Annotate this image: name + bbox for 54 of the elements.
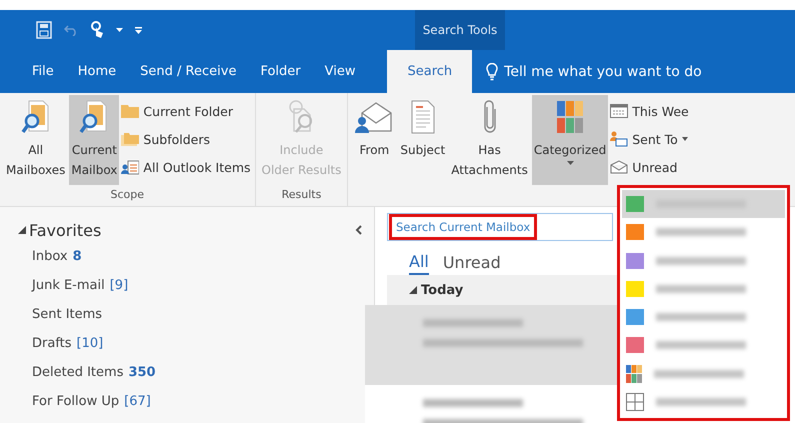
folder-item[interactable]: Inbox 8 xyxy=(18,249,82,278)
caret-icon[interactable] xyxy=(116,28,123,32)
paperclip-icon xyxy=(482,99,498,135)
calendar-icon xyxy=(610,104,628,118)
ribbon-button[interactable]: Current Folder xyxy=(121,99,251,123)
expand-arrow-icon xyxy=(18,226,26,234)
lightbulb-icon xyxy=(486,62,498,80)
mailbox-search-icon xyxy=(79,99,110,135)
category-grid-icon xyxy=(626,364,642,383)
filter-tab[interactable]: Unread xyxy=(442,249,501,275)
empty-grid-icon xyxy=(626,392,644,411)
search-field[interactable]: Search Current Mailbox xyxy=(387,213,613,241)
ribbon-tab[interactable]: File xyxy=(20,50,66,93)
customize-icon[interactable] xyxy=(135,26,142,34)
folder-icon xyxy=(121,104,140,118)
folder-item[interactable]: Sent Items xyxy=(18,307,102,336)
ribbon-tab[interactable]: Search xyxy=(387,50,472,93)
ribbon-button[interactable]: All Mailboxes xyxy=(4,95,68,185)
ribbon-tab[interactable]: Folder xyxy=(248,50,313,93)
ribbon-button[interactable]: Subject xyxy=(398,95,448,185)
ribbon-tab[interactable]: Send / Receive xyxy=(128,50,248,93)
ribbon-button[interactable]: All Outlook Items xyxy=(121,155,251,179)
person-envelope-icon xyxy=(610,131,628,147)
ribbon-button[interactable]: Unread xyxy=(610,155,689,179)
group-label: Results xyxy=(280,188,322,203)
category-item[interactable] xyxy=(622,190,785,218)
favorites-header[interactable]: Favorites xyxy=(18,220,102,240)
ribbon-button[interactable]: Has Attachments xyxy=(449,95,530,185)
ribbon-tab[interactable]: View xyxy=(312,50,368,93)
folders-icon xyxy=(121,132,140,146)
ribbon-button[interactable]: Subfolders xyxy=(121,127,251,151)
folder-item[interactable]: Deleted Items 350 xyxy=(18,365,156,394)
undo-icon[interactable] xyxy=(64,24,78,36)
touch-mode-icon[interactable] xyxy=(90,21,104,39)
group-label: Scope xyxy=(110,188,146,203)
ribbon-tab[interactable]: Home xyxy=(66,50,128,93)
save-icon[interactable] xyxy=(36,21,52,39)
tell-me-field[interactable]: Tell me what you want to do xyxy=(472,50,702,93)
contextual-tab-group: Search Tools xyxy=(415,10,505,50)
expand-arrow-icon xyxy=(409,286,417,294)
category-grid-icon xyxy=(555,99,586,135)
ribbon-button[interactable]: From xyxy=(352,95,396,185)
folder-item[interactable]: For Follow Up [67] xyxy=(18,394,151,423)
ribbon-button[interactable]: Current Mailbox xyxy=(69,95,120,185)
document-icon xyxy=(408,99,437,135)
folder-item[interactable]: Junk E-mail [9] xyxy=(18,278,128,307)
ribbon-button[interactable]: Sent To xyxy=(610,127,689,151)
ribbon-button[interactable]: This Wee xyxy=(610,99,689,123)
mailbox-search-icon xyxy=(20,99,51,135)
items-icon xyxy=(121,159,140,175)
collapse-icon[interactable] xyxy=(355,225,362,235)
envelope-icon xyxy=(610,160,628,174)
ribbon-button[interactable]: Categorized xyxy=(532,95,608,185)
folder-item[interactable]: Drafts [10] xyxy=(18,336,104,365)
